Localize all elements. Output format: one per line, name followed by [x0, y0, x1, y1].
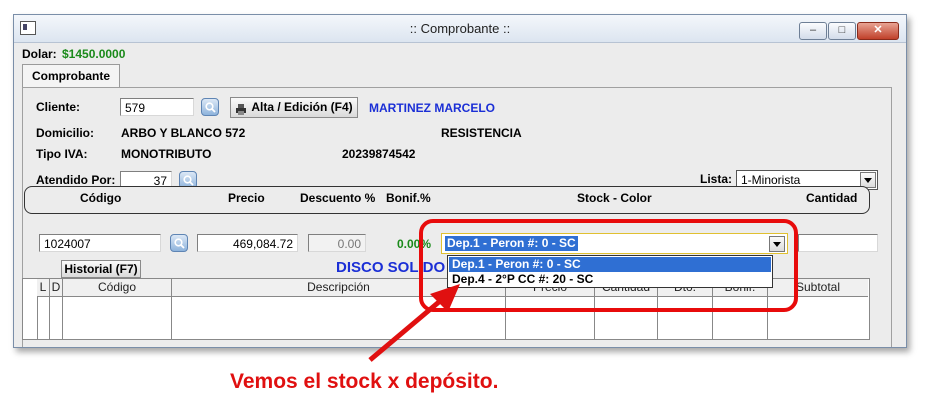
search-icon: [174, 238, 185, 249]
header-stock: Stock - Color: [577, 191, 652, 205]
window-title: :: Comprobante ::: [409, 21, 511, 36]
close-button[interactable]: ✕: [857, 22, 899, 40]
dolar-label: Dolar:: [22, 47, 57, 61]
header-bonif: Bonif.%: [386, 191, 431, 205]
printer-icon: [236, 102, 246, 115]
domicilio-value: ARBO Y BLANCO 572: [121, 126, 246, 140]
header-precio: Precio: [228, 191, 265, 205]
historial-button[interactable]: Historial (F7): [61, 260, 141, 278]
cantidad-input[interactable]: [798, 234, 878, 252]
descuento-input[interactable]: 0.00: [308, 234, 366, 252]
codigo-search-button[interactable]: [170, 234, 188, 252]
annotation-arrow: [368, 284, 460, 362]
lista-value: 1-Minorista: [741, 173, 801, 187]
minimize-icon: –: [809, 24, 817, 36]
tipo-iva-label: Tipo IVA:: [36, 147, 88, 161]
maximize-icon: □: [838, 24, 846, 36]
grid-header-d: D: [50, 279, 63, 297]
tab-comprobante[interactable]: Comprobante: [22, 64, 120, 87]
header-cantidad: Cantidad: [806, 191, 858, 205]
title-bar[interactable]: :: Comprobante :: – □ ✕: [14, 15, 906, 43]
lista-label: Lista:: [700, 172, 733, 186]
grid-header-l: L: [37, 279, 50, 297]
cliente-name: MARTINEZ MARCELO: [369, 101, 495, 115]
search-icon: [205, 102, 216, 113]
header-codigo: Código: [80, 191, 122, 205]
ciudad-value: RESISTENCIA: [441, 126, 522, 140]
grid-header-codigo: Código: [63, 279, 172, 297]
tipo-iva-value: MONOTRIBUTO: [121, 147, 212, 161]
minimize-button[interactable]: –: [799, 22, 827, 40]
atendido-label: Atendido Por:: [36, 173, 116, 187]
item-header-bar: [24, 186, 870, 214]
cliente-search-button[interactable]: [201, 98, 219, 116]
codigo-input[interactable]: 1024007: [39, 234, 161, 252]
precio-input[interactable]: 469,084.72: [197, 234, 298, 252]
cliente-label: Cliente:: [36, 100, 81, 114]
header-descuento: Descuento %: [300, 191, 376, 205]
highlight-box: [419, 219, 798, 312]
domicilio-label: Domicilio:: [36, 126, 95, 140]
cliente-input[interactable]: 579: [120, 98, 194, 116]
close-icon: ✕: [873, 24, 883, 36]
cuit-value: 20239874542: [342, 147, 416, 161]
annotation-text: Vemos el stock x depósito.: [230, 370, 499, 393]
alta-edicion-label: Alta / Edición (F4): [251, 100, 353, 114]
search-icon: [183, 175, 194, 186]
dolar-value: $1450.0000: [62, 47, 126, 61]
alta-edicion-button[interactable]: Alta / Edición (F4): [230, 97, 358, 118]
maximize-button[interactable]: □: [828, 22, 856, 40]
